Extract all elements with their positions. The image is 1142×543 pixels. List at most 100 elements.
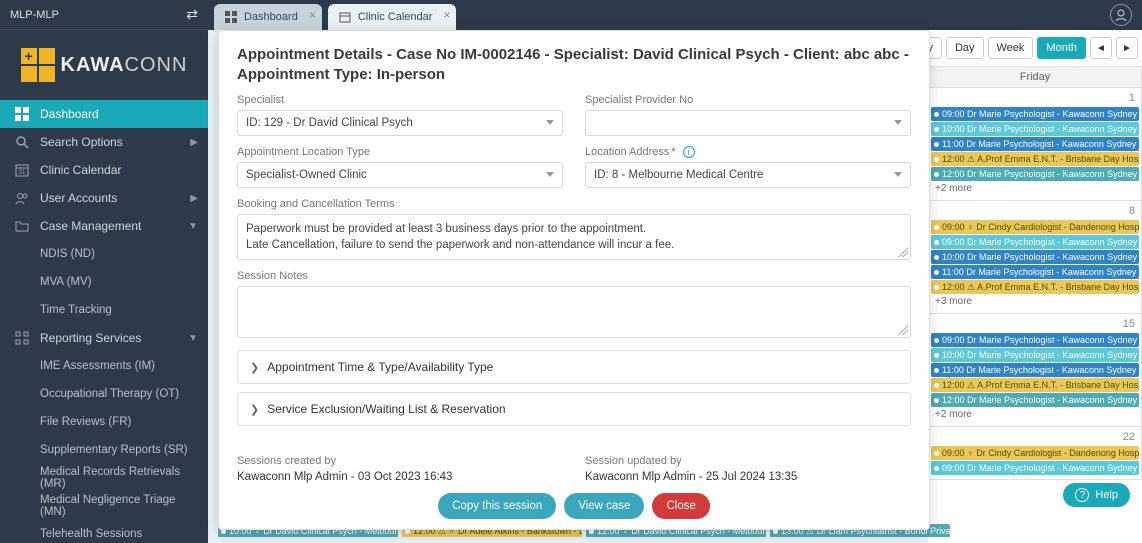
calendar-event[interactable]: 09:00 Dr Marie Psychologist - Kawaconn S… [931, 333, 1139, 347]
resize-handle-icon[interactable] [898, 247, 908, 257]
sidebar-top: MLP-MLP ⇄ [0, 0, 208, 30]
close-icon[interactable]: × [309, 8, 316, 22]
close-button[interactable]: Close [652, 493, 709, 519]
location-address-value: ID: 8 - Melbourne Medical Centre [594, 169, 763, 181]
event-dot-icon [934, 353, 939, 358]
event-dot-icon [934, 466, 939, 471]
sidebar-item-label: Medical Negligence Triage (MN) [40, 494, 198, 518]
tab-label: Dashboard [244, 11, 298, 23]
calendar-cell[interactable]: 809:00 ♀ Dr Cindy Cardiologist - Dandeno… [928, 201, 1142, 314]
sidebar-item-dashboard[interactable]: Dashboard [0, 100, 208, 128]
calendar-date: 22 [931, 429, 1139, 445]
event-dot-icon [934, 338, 939, 343]
location-address-select[interactable]: ID: 8 - Melbourne Medical Centre [585, 162, 911, 188]
sidebar-item-mva-mv-[interactable]: MVA (MV) [0, 268, 208, 296]
calendar-event[interactable]: 10:00 Dr Marie Psychologist - Kawaconn S… [931, 348, 1139, 362]
tab-clinic-calendar[interactable]: Clinic Calendar × [328, 4, 457, 30]
sidebar-item-label: Occupational Therapy (OT) [40, 388, 179, 400]
day-view-button[interactable]: Day [946, 37, 984, 59]
sidebar-menu: DashboardSearch Options▶31Clinic Calenda… [0, 100, 208, 543]
calendar-cell[interactable]: 2209:00 ♀ Dr Cindy Cardiologist - Danden… [928, 427, 1142, 480]
calendar-panel: Today Day Week Month ◄ ► Friday 109:00 D… [928, 30, 1142, 543]
sidebar-item-medical-records-retrievals-mr-[interactable]: Medical Records Retrievals (MR) [0, 464, 208, 492]
calendar-event[interactable]: 09:00 Dr Marie Psychologist - Kawaconn S… [931, 107, 1139, 121]
calendar-event[interactable]: 10:00 Dr Marie Psychologist - Kawaconn S… [931, 250, 1139, 264]
sidebar-item-label: Medical Records Retrievals (MR) [40, 466, 198, 490]
calendar-event[interactable]: 11:00 Dr Marie Psychologist - Kawaconn S… [931, 265, 1139, 279]
chevron-down-icon: ▼ [188, 333, 198, 344]
sidebar-item-ndis-nd-[interactable]: NDIS (ND) [0, 240, 208, 268]
location-type-select[interactable]: Specialist-Owned Clinic [237, 162, 563, 188]
appointment-details-modal: Appointment Details - Case No IM-0002146… [218, 30, 930, 530]
month-view-button[interactable]: Month [1037, 37, 1086, 59]
session-notes-textarea[interactable] [237, 286, 911, 338]
sidebar-item-medical-negligence-triage-mn-[interactable]: Medical Negligence Triage (MN) [0, 492, 208, 520]
calendar-event[interactable]: 11:00 Dr Marie Psychologist - Kawaconn S… [931, 137, 1139, 151]
accordion-service-exclusion[interactable]: ❯ Service Exclusion/Waiting List & Reser… [237, 392, 911, 426]
sidebar-item-occupational-therapy-ot-[interactable]: Occupational Therapy (OT) [0, 380, 208, 408]
search-icon [14, 134, 30, 150]
copy-session-button[interactable]: Copy this session [438, 493, 556, 519]
calendar-more-link[interactable]: +3 more [931, 294, 1139, 309]
calendar-event[interactable]: 12:00 Dr Marie Psychologist - Kawaconn S… [931, 393, 1139, 407]
collapse-icon[interactable]: ⇄ [186, 6, 198, 23]
calendar-event[interactable]: 10:00 Dr Marie Psychologist - Kawaconn S… [931, 122, 1139, 136]
updated-by-label: Session updated by [585, 455, 911, 467]
booking-terms-textarea[interactable]: Paperwork must be provided at least 3 bu… [237, 214, 911, 260]
sidebar-item-clinic-calendar[interactable]: 31Clinic Calendar [0, 156, 208, 184]
view-case-button[interactable]: View case [564, 493, 644, 519]
week-view-button[interactable]: Week [988, 37, 1034, 59]
tab-dashboard[interactable]: Dashboard × [214, 4, 322, 30]
info-icon[interactable]: i [683, 146, 695, 158]
sidebar-item-ime-assessments-im-[interactable]: IME Assessments (IM) [0, 352, 208, 380]
calendar-event[interactable]: 12:00 ⚠ A.Prof Emma E.N.T. - Brisbane Da… [931, 378, 1139, 392]
close-icon[interactable]: × [443, 8, 450, 22]
location-type-value: Specialist-Owned Clinic [246, 169, 367, 181]
event-dot-icon [934, 255, 939, 260]
calendar-event[interactable]: 12:00 Dr Marie Psychologist - Kawaconn S… [931, 167, 1139, 181]
calendar-more-link[interactable]: +2 more [931, 181, 1139, 196]
calendar-toolbar: Today Day Week Month ◄ ► [928, 30, 1142, 60]
calendar-date: 8 [931, 203, 1139, 219]
specialist-value: ID: 129 - Dr David Clinical Psych [246, 117, 413, 129]
sidebar-item-reporting-services[interactable]: Reporting Services▼ [0, 324, 208, 352]
help-button[interactable]: ? Help [1063, 483, 1130, 507]
tab-label: Clinic Calendar [358, 11, 433, 23]
user-avatar[interactable] [1110, 4, 1132, 26]
event-dot-icon [934, 172, 939, 177]
calendar-cell[interactable]: 109:00 Dr Marie Psychologist - Kawaconn … [928, 88, 1142, 201]
updated-by-value: Kawaconn Mlp Admin - 25 Jul 2024 13:35 [585, 471, 911, 483]
calendar-event[interactable]: 12:00 ⚠ A.Prof Emma E.N.T. - Brisbane Da… [931, 152, 1139, 166]
sidebar-item-time-tracking[interactable]: Time Tracking [0, 296, 208, 324]
accordion-appointment-time[interactable]: ❯ Appointment Time & Type/Availability T… [237, 350, 911, 384]
calendar-event[interactable]: 09:00 ♀ Dr Cindy Cardiologist - Dandenon… [931, 446, 1139, 460]
calendar-event[interactable]: 09:00 ♀ Dr Cindy Cardiologist - Dandenon… [931, 220, 1139, 234]
calendar-event[interactable]: 12:00 ⚠ A.Prof Emma E.N.T. - Brisbane Da… [931, 280, 1139, 294]
sidebar-item-file-reviews-fr-[interactable]: File Reviews (FR) [0, 408, 208, 436]
help-label: Help [1095, 489, 1118, 501]
calendar-cell[interactable]: 1509:00 Dr Marie Psychologist - Kawaconn… [928, 314, 1142, 427]
provider-no-select[interactable] [585, 110, 911, 136]
sidebar-item-label: Search Options [40, 135, 123, 149]
sidebar: MLP-MLP ⇄ + KAWACONN DashboardSearch Opt… [0, 0, 208, 543]
dashboard-icon [14, 106, 30, 122]
specialist-select[interactable]: ID: 129 - Dr David Clinical Psych [237, 110, 563, 136]
sidebar-item-label: Supplementary Reports (SR) [40, 444, 188, 456]
calendar-event[interactable]: 11:00 Dr Marie Psychologist - Kawaconn S… [931, 363, 1139, 377]
next-button[interactable]: ► [1116, 37, 1138, 59]
resize-handle-icon[interactable] [898, 325, 908, 335]
sidebar-item-telehealth-sessions[interactable]: Telehealth Sessions [0, 520, 208, 543]
event-dot-icon [934, 383, 939, 388]
specialist-label: Specialist [237, 94, 563, 106]
sidebar-item-case-management[interactable]: Case Management▼ [0, 212, 208, 240]
calendar-event[interactable]: 09:00 Dr Marie Psychologist - Kawaconn S… [931, 461, 1139, 475]
prev-button[interactable]: ◄ [1090, 37, 1112, 59]
sidebar-item-search-options[interactable]: Search Options▶ [0, 128, 208, 156]
sidebar-item-user-accounts[interactable]: User Accounts▶ [0, 184, 208, 212]
logo-text: KAWACONN [61, 54, 188, 77]
event-dot-icon [934, 127, 939, 132]
calendar-more-link[interactable]: +2 more [931, 407, 1139, 422]
modal-footer: Copy this session View case Close [237, 493, 911, 519]
calendar-event[interactable]: 09:00 Dr Marie Psychologist - Kawaconn S… [931, 235, 1139, 249]
sidebar-item-supplementary-reports-sr-[interactable]: Supplementary Reports (SR) [0, 436, 208, 464]
